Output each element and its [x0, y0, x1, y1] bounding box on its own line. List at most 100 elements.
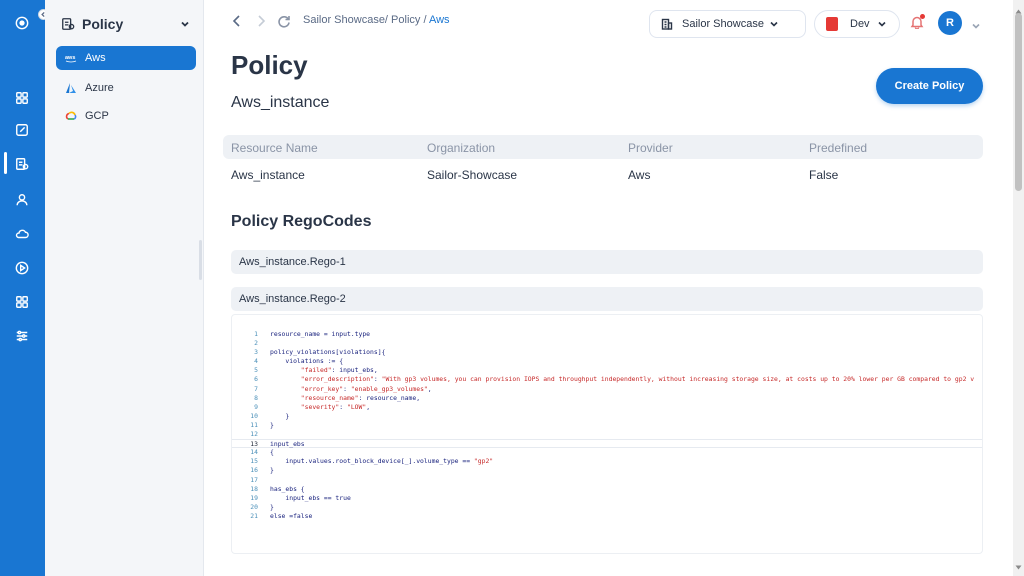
dashboard-icon[interactable]: [14, 90, 30, 106]
top-bar: Sailor Showcase/ Policy / Aws Sailor Sho…: [204, 0, 1010, 44]
scroll-down-icon[interactable]: [1015, 558, 1022, 570]
column-header: Resource Name: [231, 141, 318, 155]
line-number: 1: [254, 330, 258, 338]
breadcrumb-path[interactable]: Sailor Showcase/ Policy /: [303, 14, 429, 26]
active-indicator: [4, 152, 7, 174]
column-header: Organization: [427, 141, 496, 155]
app-rail: [0, 0, 49, 576]
code-line: 21 else =false: [232, 512, 982, 521]
accordion-rego-1[interactable]: Aws_instance.Rego-1: [231, 250, 983, 274]
breadcrumb: Sailor Showcase/ Policy / Aws: [303, 14, 450, 26]
line-number: 7: [254, 384, 258, 393]
code-text: resource_name = input.type: [270, 330, 371, 338]
environment-icon: [826, 17, 838, 31]
notification-bell-icon[interactable]: [910, 14, 925, 30]
target-icon[interactable]: [14, 15, 30, 31]
line-number: 14: [250, 448, 258, 457]
code-line: 14 {: [232, 448, 982, 457]
line-number: 4: [254, 357, 258, 366]
code-line: 1 resource_name = input.type: [232, 330, 982, 339]
gcp-icon: [65, 110, 77, 122]
sidebar-header[interactable]: Policy: [61, 14, 191, 34]
chevron-down-icon[interactable]: [971, 18, 981, 36]
code-text: }: [270, 502, 274, 511]
notification-dot: [920, 14, 925, 19]
back-icon[interactable]: [230, 14, 244, 28]
aws-icon: aws: [65, 52, 77, 64]
column-header: Provider: [628, 141, 673, 155]
sidebar-item-gcp[interactable]: GCP: [56, 104, 196, 128]
azure-icon: [65, 82, 77, 94]
sidebar-resize-handle[interactable]: [199, 240, 202, 280]
code-text: "error_description": "With gp3 volumes, …: [300, 375, 975, 384]
line-number: 17: [250, 475, 258, 484]
code-line: 10 }: [232, 412, 982, 421]
code-text: }: [270, 420, 274, 429]
code-text: }: [270, 411, 290, 420]
code-text: has_ebs {: [270, 484, 305, 493]
apps-icon[interactable]: [14, 294, 30, 310]
svg-text:aws: aws: [65, 55, 75, 61]
code-line: 5 "failed": input_ebs,: [232, 366, 982, 375]
page-scrollbar[interactable]: [1013, 0, 1024, 576]
code-text: "resource_name": resource_name,: [300, 393, 421, 402]
refresh-icon[interactable]: [277, 14, 291, 28]
code-editor[interactable]: 1 resource_name = input.type 2 3 policy_viol…: [231, 314, 983, 554]
environment-select[interactable]: Dev: [814, 10, 900, 38]
line-number: 10: [250, 411, 258, 420]
policy-sidebar: Policy aws Aws Azure GCP: [45, 0, 204, 576]
line-number: 20: [250, 502, 258, 511]
code-text: input_ebs == true: [270, 493, 351, 502]
code-text: "error_key": "enable_gp3_volumes",: [300, 384, 432, 393]
building-icon: [661, 18, 682, 30]
create-policy-button[interactable]: Create Policy: [876, 68, 983, 104]
policy-subtitle: Aws_instance: [231, 94, 330, 111]
line-number: 19: [250, 493, 258, 502]
accordion-rego-2[interactable]: Aws_instance.Rego-2: [231, 287, 983, 311]
code-lines: 1 resource_name = input.type 2 3 policy_viol…: [232, 330, 982, 521]
table-cell: Aws: [628, 168, 651, 182]
scroll-up-icon[interactable]: [1015, 2, 1022, 14]
table-cell: Sailor-Showcase: [427, 168, 518, 182]
code-line: 16}: [232, 466, 982, 475]
environment-label: Dev: [850, 18, 870, 30]
user-icon[interactable]: [14, 192, 30, 208]
organization-label: Sailor Showcase: [682, 18, 764, 30]
code-text: policy_violations[violations]{: [270, 348, 386, 357]
sliders-icon[interactable]: [14, 328, 30, 344]
code-line: 6 "error_description": "With gp3 volumes…: [232, 375, 982, 384]
code-text: "failed": input_ebs,: [300, 366, 378, 375]
code-text: "severity": "LOW",: [300, 402, 371, 411]
code-line: 20}: [232, 503, 982, 512]
table-cell: Aws_instance: [231, 168, 305, 182]
cloud-icon[interactable]: [14, 226, 30, 242]
code-text: else =false: [270, 511, 313, 520]
code-line: 15 input.values.root_block_device[_].vol…: [232, 457, 982, 466]
chevron-down-icon[interactable]: [179, 17, 191, 29]
code-line: 19 input_ebs == true: [232, 494, 982, 503]
policy-icon: [61, 17, 75, 31]
column-header: Predefined: [809, 141, 868, 155]
line-number: 9: [254, 402, 258, 411]
policy-icon[interactable]: [14, 156, 30, 172]
line-number: 18: [250, 484, 258, 493]
play-icon[interactable]: [14, 260, 30, 276]
avatar[interactable]: R: [938, 11, 962, 35]
sidebar-item-label: Azure: [85, 82, 114, 94]
line-number: 12: [250, 430, 258, 439]
sidebar-item-label: GCP: [85, 110, 109, 122]
sidebar-item-azure[interactable]: Azure: [56, 76, 196, 100]
code-line: 12: [232, 430, 982, 439]
code-text: input.values.root_block_device[_].volume…: [270, 457, 494, 466]
edit-icon[interactable]: [14, 122, 30, 138]
chevron-down-icon: [769, 19, 779, 32]
line-number: 6: [254, 375, 258, 384]
line-number: 15: [250, 457, 258, 466]
table-cell: False: [809, 168, 839, 182]
scrollbar-thumb[interactable]: [1015, 13, 1022, 191]
code-line: 2: [232, 339, 982, 348]
line-number: 21: [250, 511, 258, 520]
forward-icon[interactable]: [254, 14, 268, 28]
sidebar-item-aws[interactable]: aws Aws: [56, 46, 196, 70]
organization-select[interactable]: Sailor Showcase: [649, 10, 806, 38]
